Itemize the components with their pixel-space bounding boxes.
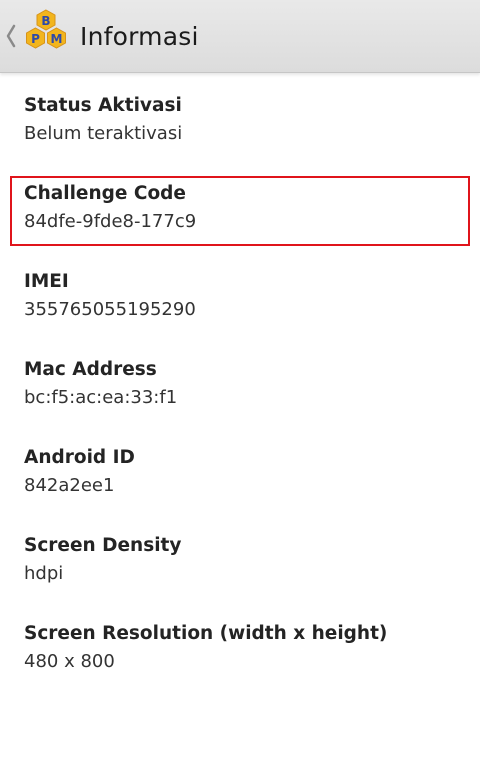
action-bar: B P M Informasi <box>0 0 480 73</box>
logo-letter-p: P <box>31 32 40 46</box>
info-label: Status Aktivasi <box>24 95 182 116</box>
app-screen: B P M Informasi Status Aktivasi Belum te… <box>0 0 480 762</box>
logo-letter-m: M <box>51 32 63 46</box>
bpm-logo-icon: B P M <box>26 9 66 49</box>
info-label: Screen Density <box>24 535 182 556</box>
info-value: hdpi <box>24 563 64 584</box>
info-value: bc:f5:ac:ea:33:f1 <box>24 387 178 408</box>
info-label: Screen Resolution (width x height) <box>24 623 388 644</box>
info-value: 842a2ee1 <box>24 475 115 496</box>
info-item-screen-resolution: Screen Resolution (width x height) 480 x… <box>0 601 480 689</box>
up-navigation-button[interactable]: B P M <box>0 0 76 72</box>
challenge-code-highlight-box <box>10 176 470 246</box>
info-item-android-id: Android ID 842a2ee1 <box>0 425 480 513</box>
info-label: IMEI <box>24 271 69 292</box>
info-value: 355765055195290 <box>24 299 196 320</box>
info-label: Mac Address <box>24 359 157 380</box>
info-list: Status Aktivasi Belum teraktivasi Challe… <box>0 73 480 689</box>
info-value: 480 x 800 <box>24 651 115 672</box>
info-item-screen-density: Screen Density hdpi <box>0 513 480 601</box>
info-item-imei: IMEI 355765055195290 <box>0 249 480 337</box>
info-label: Android ID <box>24 447 135 468</box>
page-title: Informasi <box>80 21 199 51</box>
info-item-mac-address: Mac Address bc:f5:ac:ea:33:f1 <box>0 337 480 425</box>
info-value: Belum teraktivasi <box>24 123 183 144</box>
info-item-status-aktivasi: Status Aktivasi Belum teraktivasi <box>0 73 480 161</box>
logo-letter-b: B <box>41 14 50 28</box>
